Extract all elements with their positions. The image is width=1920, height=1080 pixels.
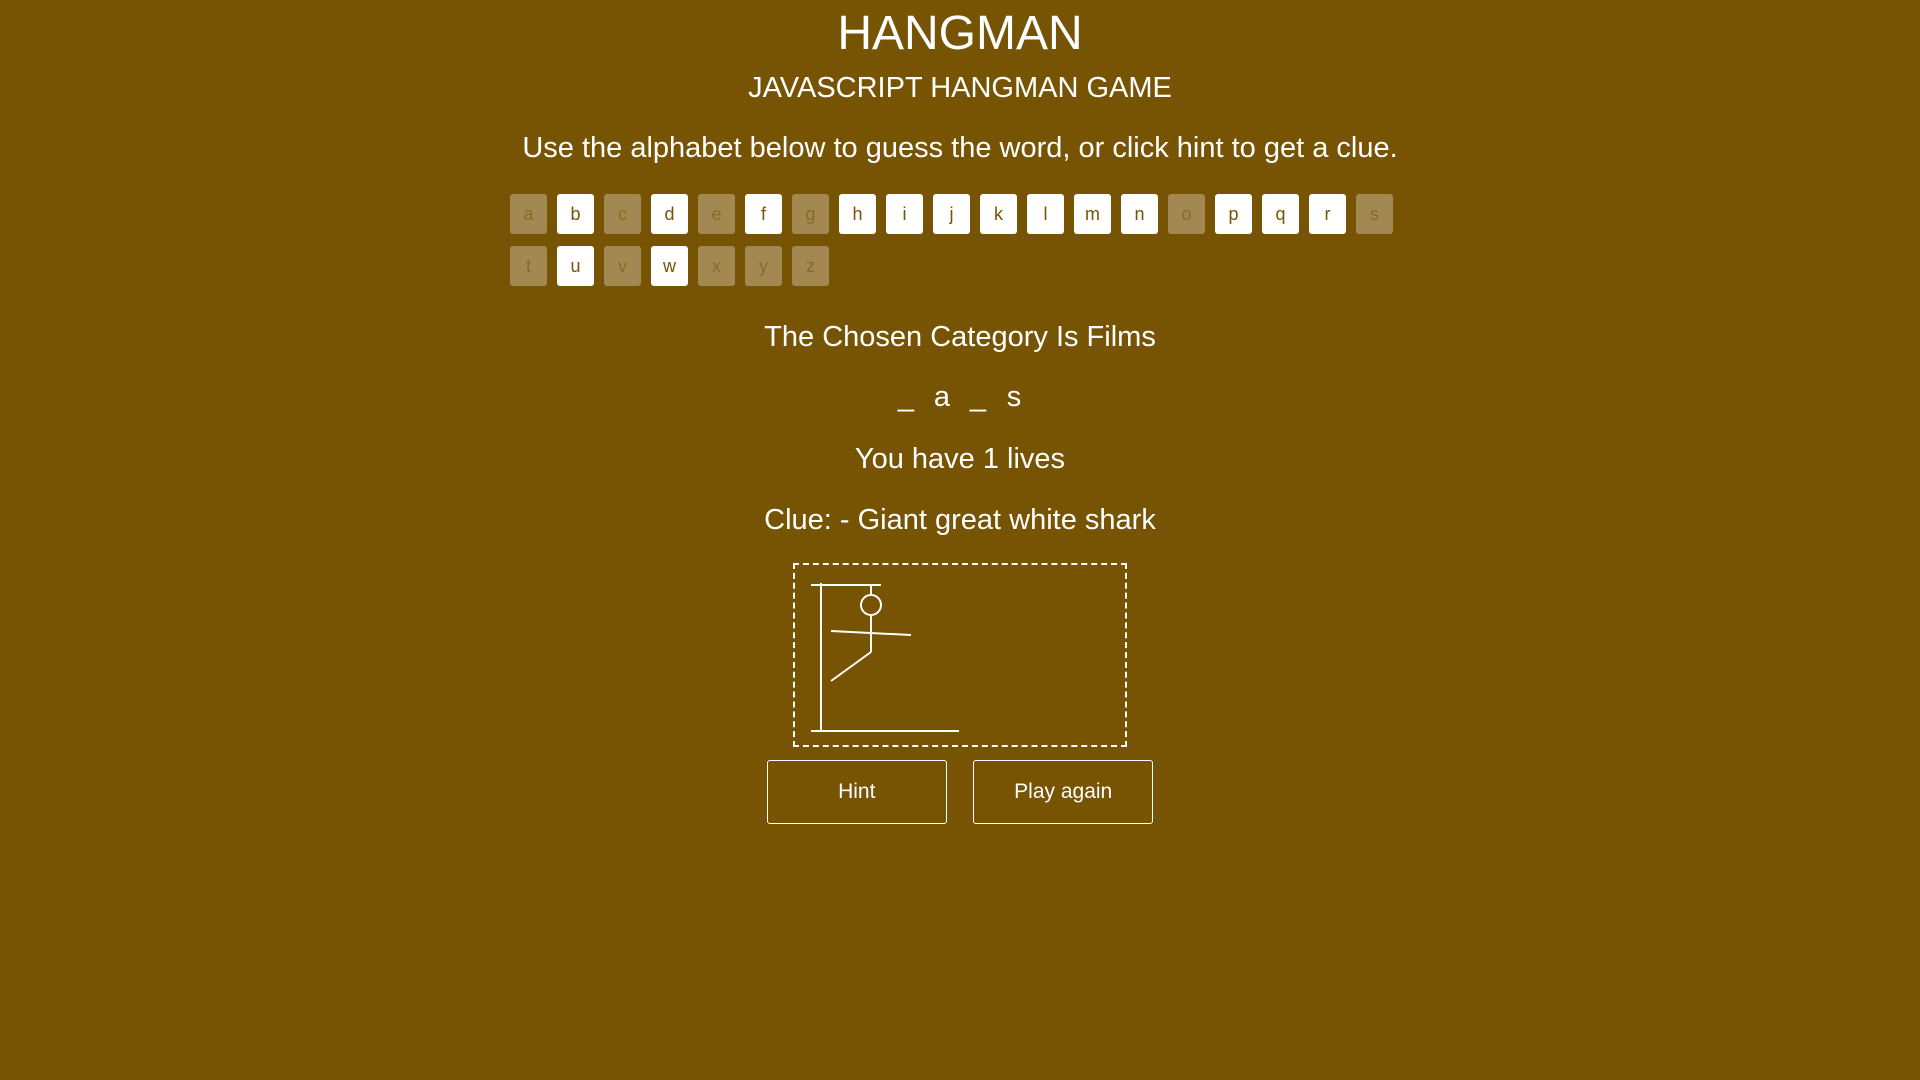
word-display: _ a _ s: [0, 381, 1920, 413]
letter-key-g: g: [792, 194, 829, 234]
alphabet-keyboard: a b c d e f g h i j k l m n o p q r s t u v w x y z: [510, 194, 1410, 298]
letter-key-label: b: [570, 204, 581, 224]
letter-key-label: e: [711, 204, 722, 224]
letter-key-q[interactable]: q: [1262, 194, 1299, 234]
letter-key-p[interactable]: p: [1215, 194, 1252, 234]
hangman-drawing: [811, 583, 959, 732]
letter-key-label: p: [1228, 204, 1239, 224]
hangman-canvas: [793, 563, 1127, 747]
clue-text: Clue: - Giant great white shark: [764, 504, 1156, 536]
letter-key-label: z: [806, 256, 815, 276]
word-letter: a: [933, 381, 951, 413]
letter-key-label: v: [618, 256, 627, 276]
letter-key-label: n: [1134, 204, 1145, 224]
page-title: HANGMAN: [837, 7, 1083, 60]
letter-key-l[interactable]: l: [1027, 194, 1064, 234]
letter-key-label: r: [1324, 204, 1331, 224]
letter-key-label: u: [570, 256, 581, 276]
hangman-leg: [830, 651, 872, 682]
letter-key-s: s: [1356, 194, 1393, 234]
letter-key-label: a: [523, 204, 534, 224]
word-letter: s: [1006, 381, 1022, 413]
letter-key-d[interactable]: d: [651, 194, 688, 234]
letter-key-label: m: [1085, 204, 1100, 224]
letter-key-label: d: [664, 204, 675, 224]
letter-key-e: e: [698, 194, 735, 234]
letter-key-label: s: [1370, 204, 1379, 224]
lives-text: You have 1 lives: [854, 443, 1066, 475]
letter-key-o: o: [1168, 194, 1205, 234]
letter-key-x: x: [698, 246, 735, 286]
letter-key-f[interactable]: f: [745, 194, 782, 234]
letter-key-label: o: [1181, 204, 1192, 224]
letter-key-label: k: [994, 204, 1003, 224]
letter-key-label: i: [902, 204, 907, 224]
button-row: Hint Play again: [0, 760, 1920, 824]
letter-key-v: v: [604, 246, 641, 286]
letter-key-a: a: [510, 194, 547, 234]
letter-key-y: y: [745, 246, 782, 286]
letter-key-c: c: [604, 194, 641, 234]
letter-key-b[interactable]: b: [557, 194, 594, 234]
letter-key-label: j: [949, 204, 954, 224]
letter-key-label: h: [852, 204, 863, 224]
letter-key-label: w: [663, 256, 676, 276]
word-letter: _: [969, 381, 987, 413]
letter-key-i[interactable]: i: [886, 194, 923, 234]
letter-key-k[interactable]: k: [980, 194, 1017, 234]
letter-key-label: t: [525, 256, 531, 276]
letter-key-t: t: [510, 246, 547, 286]
letter-key-label: x: [712, 256, 721, 276]
letter-key-w[interactable]: w: [651, 246, 688, 286]
hangman-head: [860, 594, 882, 616]
letter-key-u[interactable]: u: [557, 246, 594, 286]
letter-key-j[interactable]: j: [933, 194, 970, 234]
letter-key-r[interactable]: r: [1309, 194, 1346, 234]
letter-key-label: l: [1043, 204, 1048, 224]
game-container: HANGMAN JAVASCRIPT HANGMAN GAME Use the …: [0, 0, 1920, 824]
letter-key-label: q: [1275, 204, 1286, 224]
letter-key-label: y: [759, 256, 768, 276]
page-subtitle: JAVASCRIPT HANGMAN GAME: [748, 72, 1172, 104]
instructions-text: Use the alphabet below to guess the word…: [522, 132, 1398, 164]
category-text: The Chosen Category Is Films: [764, 321, 1156, 353]
letter-key-label: f: [760, 204, 766, 224]
word-letter: _: [897, 381, 915, 413]
letter-key-m[interactable]: m: [1074, 194, 1111, 234]
letter-key-n[interactable]: n: [1121, 194, 1158, 234]
letter-key-label: c: [618, 204, 627, 224]
letter-key-h[interactable]: h: [839, 194, 876, 234]
hint-button[interactable]: Hint: [766, 760, 947, 824]
letter-key-z: z: [792, 246, 829, 286]
letter-key-label: g: [805, 204, 816, 224]
play-again-button[interactable]: Play again: [973, 760, 1154, 824]
